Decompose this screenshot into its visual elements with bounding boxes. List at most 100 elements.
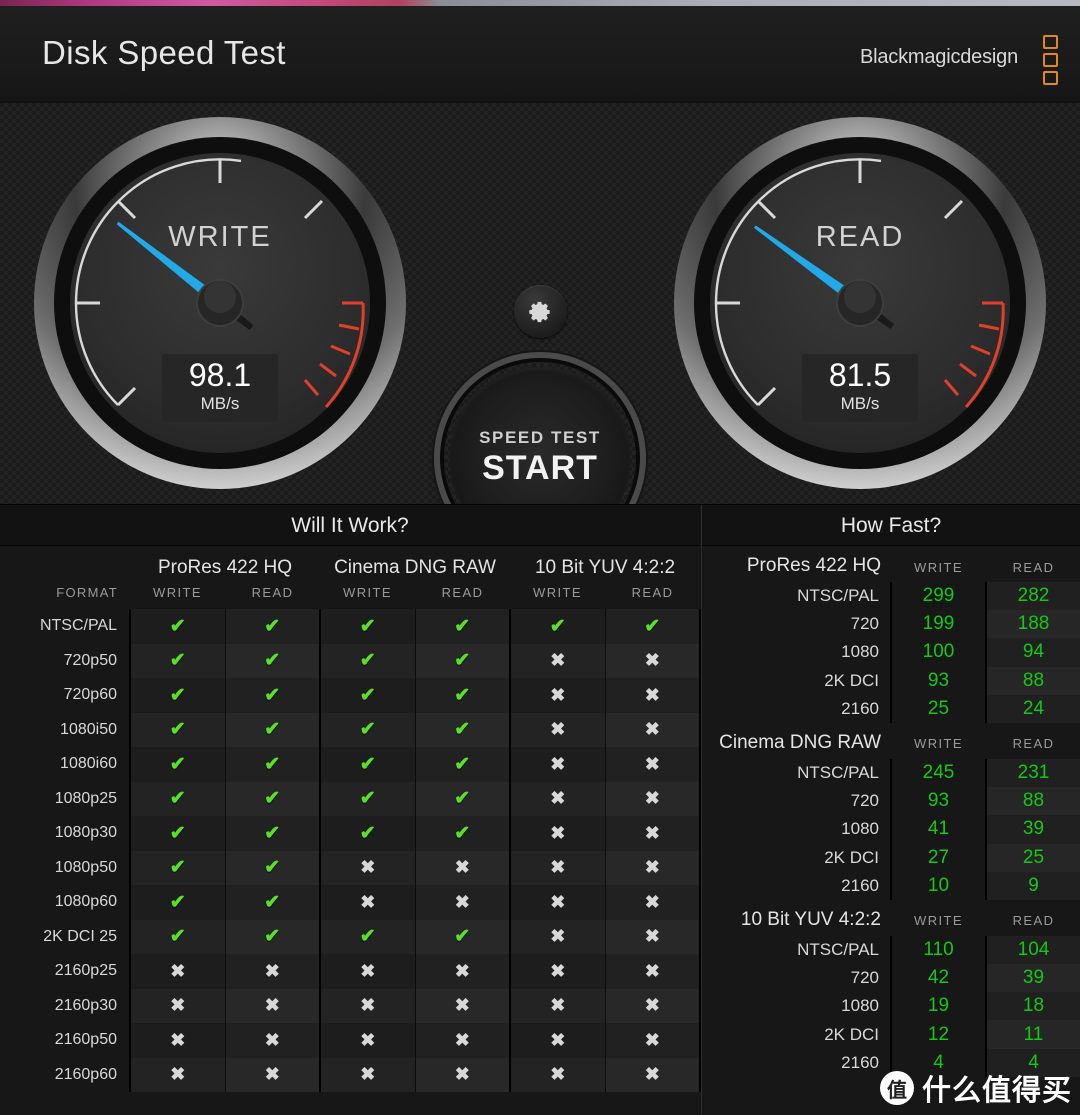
support-cell-no: ✖ <box>129 954 225 989</box>
cross-icon: ✖ <box>644 995 660 1016</box>
settings-button[interactable] <box>514 285 567 338</box>
table-row: 720 42 39 <box>702 964 1080 993</box>
support-cell-no: ✖ <box>604 1057 701 1092</box>
table-row: 2160p25 ✖ ✖ ✖ ✖ ✖ ✖ <box>0 954 701 989</box>
resolution-name-cell: 2160 <box>841 875 879 895</box>
support-cell-no: ✖ <box>509 954 605 989</box>
support-cell-no: ✖ <box>604 816 701 851</box>
table-row: 2160 10 9 <box>702 871 1080 900</box>
check-icon: ✔ <box>264 788 281 810</box>
support-cell-no: ✖ <box>509 850 605 885</box>
support-cell-no: ✖ <box>414 1023 510 1058</box>
check-icon: ✔ <box>169 684 186 706</box>
format-name-cell: 2160p50 <box>0 1023 130 1058</box>
support-cell-yes: ✔ <box>129 678 225 713</box>
format-name-cell: 2160p60 <box>0 1057 130 1092</box>
resolution-name-cell: 1080 <box>841 996 879 1016</box>
support-cell-yes: ✔ <box>414 816 510 851</box>
table-row: 1080i60 ✔ ✔ ✔ ✔ ✖ ✖ <box>0 747 701 782</box>
check-icon: ✔ <box>264 615 281 637</box>
check-icon: ✔ <box>549 615 566 637</box>
resolution-name-cell: NTSC/PAL <box>797 586 879 606</box>
support-cell-yes: ✔ <box>414 781 510 816</box>
table-row: 2160 25 24 <box>702 694 1080 723</box>
check-icon: ✔ <box>169 788 186 810</box>
check-icon: ✔ <box>359 615 376 637</box>
support-cell-yes: ✔ <box>224 885 320 920</box>
support-cell-no: ✖ <box>604 781 701 816</box>
resolution-name-cell: 2160 <box>841 1052 879 1072</box>
read-speed-cell: 18 <box>985 992 1080 1021</box>
check-icon: ✔ <box>454 753 471 775</box>
support-cell-no: ✖ <box>604 747 701 782</box>
support-cell-yes: ✔ <box>224 816 320 851</box>
cross-icon: ✖ <box>550 995 566 1016</box>
support-cell-yes: ✔ <box>129 850 225 885</box>
cross-icon: ✖ <box>550 1064 566 1085</box>
format-name-cell: 720p50 <box>0 643 130 678</box>
blackmagic-logo-icon <box>1043 35 1058 85</box>
format-name-cell: 720p60 <box>0 678 130 713</box>
support-cell-yes: ✔ <box>319 678 415 713</box>
format-name-cell: 1080p25 <box>0 781 130 816</box>
cross-icon: ✖ <box>644 719 660 740</box>
check-icon: ✔ <box>359 753 376 775</box>
cross-icon: ✖ <box>644 684 660 705</box>
write-speed-cell: 110 <box>890 935 986 965</box>
support-cell-yes: ✔ <box>224 678 320 713</box>
section-write-header: WRITE <box>914 736 963 752</box>
write-speed-cell: 93 <box>890 666 986 695</box>
check-icon: ✔ <box>169 926 186 948</box>
read-gauge-label: READ <box>815 221 905 253</box>
read-speed-cell: 9 <box>985 871 1080 900</box>
support-cell-no: ✖ <box>129 1057 225 1092</box>
support-cell-yes: ✔ <box>224 781 320 816</box>
subheader-read-2: READ <box>441 585 484 600</box>
support-cell-yes: ✔ <box>129 643 225 678</box>
table-row: 2160p30 ✖ ✖ ✖ ✖ ✖ ✖ <box>0 988 701 1023</box>
read-speed-cell: 104 <box>985 935 1080 965</box>
support-cell-no: ✖ <box>604 1023 701 1058</box>
support-cell-yes: ✔ <box>319 919 415 954</box>
write-speed-cell: 100 <box>890 638 986 667</box>
table-row: 720 199 188 <box>702 610 1080 639</box>
read-speed-cell: 88 <box>985 787 1080 816</box>
cross-icon: ✖ <box>550 891 566 912</box>
write-speed-cell: 245 <box>890 758 986 788</box>
start-speed-test-button[interactable]: SPEED TEST START <box>443 361 637 504</box>
start-button-label: START <box>482 449 598 487</box>
support-cell-no: ✖ <box>509 678 605 713</box>
check-icon: ✔ <box>169 753 186 775</box>
cross-icon: ✖ <box>454 891 470 912</box>
write-gauge: WRITE 98.1 MB/s <box>30 113 410 493</box>
write-speed-cell: 12 <box>890 1020 986 1049</box>
check-icon: ✔ <box>264 926 281 948</box>
resolution-name-cell: NTSC/PAL <box>797 939 879 959</box>
support-cell-yes: ✔ <box>319 643 415 678</box>
disk-speed-test-window: ✕ Disk Speed Test Blackmagicdesign <box>0 0 1080 1115</box>
subheader-write-2: WRITE <box>343 585 392 600</box>
support-cell-no: ✖ <box>414 885 510 920</box>
format-name-cell: 1080i60 <box>0 747 130 782</box>
cross-icon: ✖ <box>644 753 660 774</box>
read-speed-cell: 88 <box>985 666 1080 695</box>
write-speed-cell: 10 <box>890 871 986 900</box>
how-fast-section-table: ProRes 422 HQ WRITE READ NTSC/PAL 299 282 720 1… <box>702 546 1080 723</box>
check-icon: ✔ <box>169 891 186 913</box>
section-rows: NTSC/PAL 245 231 720 93 88 1080 41 39 2K DCI 27 25 2… <box>702 758 1080 900</box>
write-speed-cell: 4 <box>890 1048 986 1077</box>
resolution-name-cell: 720 <box>850 614 879 634</box>
support-cell-yes: ✔ <box>224 643 320 678</box>
cross-icon: ✖ <box>644 822 660 843</box>
support-cell-yes: ✔ <box>129 747 225 782</box>
read-speed-cell: 188 <box>985 610 1080 639</box>
check-icon: ✔ <box>169 650 186 672</box>
check-icon: ✔ <box>644 615 661 637</box>
start-button-sublabel: SPEED TEST <box>479 428 601 447</box>
cross-icon: ✖ <box>644 1064 660 1085</box>
subheader-read-1: READ <box>251 585 294 600</box>
codec-group-prores: ProRes 422 HQ <box>157 557 293 578</box>
support-cell-no: ✖ <box>224 1057 320 1092</box>
table-row: NTSC/PAL 110 104 <box>702 935 1080 965</box>
cross-icon: ✖ <box>550 684 566 705</box>
